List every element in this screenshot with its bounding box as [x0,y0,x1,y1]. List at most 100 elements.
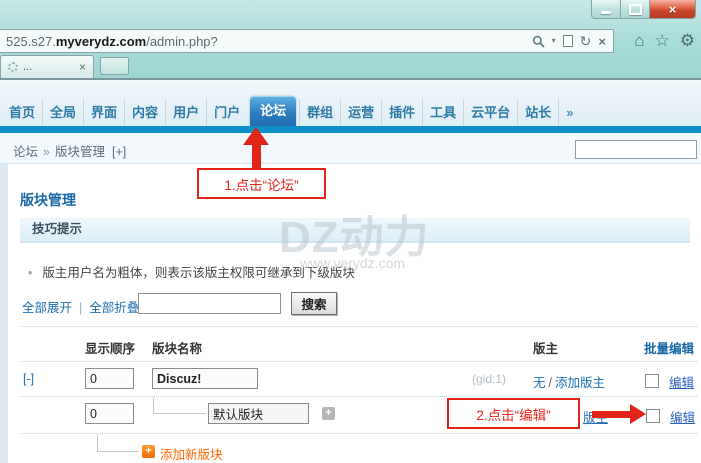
browser-action-icons: ⌂ ☆ ⚙ [634,31,695,51]
window-close-button[interactable]: × [650,0,696,19]
row-checkbox-forum[interactable] [646,409,660,423]
nav-tab-users[interactable]: 用户 [165,99,206,126]
links-separator: | [79,301,82,315]
search-dropdown-caret-icon[interactable]: ▾ [552,37,556,45]
divider [20,433,697,434]
url-path: /admin.php? [146,34,218,49]
nav-tab-interface[interactable]: 界面 [83,99,124,126]
nav-tab-groups[interactable]: 群组 [299,99,340,126]
divider [20,326,697,327]
edit-link-forum[interactable]: 编辑 [670,407,695,426]
annotation-step2: 2.点击“编辑” [447,398,580,429]
breadcrumb-page: 版块管理 [55,145,105,159]
arrow-up-shaft [252,144,261,169]
window-controls: × [591,0,696,19]
refresh-icon[interactable]: ↻ [580,34,592,48]
add-new-forum-link[interactable]: 添加新版块 [160,444,223,463]
nav-tab-content[interactable]: 内容 [124,99,165,126]
accent-strip [0,126,701,133]
collapse-group-link[interactable]: [-] [23,372,34,386]
divider [20,361,697,362]
breadcrumb-separator: » [43,145,50,159]
divider [20,396,697,397]
settings-gear-icon[interactable]: ⚙ [680,31,695,51]
nav-tab-portal[interactable]: 门户 [206,99,247,126]
tips-header: 技巧提示 [20,218,690,243]
maximize-button[interactable] [621,0,650,19]
expand-all-link[interactable]: 全部展开 [22,301,72,315]
arrow-up-icon [243,127,269,145]
page-title: 版块管理 [20,190,76,210]
browser-tab[interactable]: ... × [0,55,94,78]
address-bar-icons: ▾ ↻ × [532,34,613,48]
nav-tab-home[interactable]: 首页 [2,99,42,126]
admin-nav-bar: 首页 全局 界面 内容 用户 门户 论坛 群组 运营 插件 工具 云平台 站长 … [0,80,701,126]
admin-nav-tabs: 首页 全局 界面 内容 用户 门户 论坛 群组 运营 插件 工具 云平台 站长 … [2,96,580,126]
tree-line [97,434,98,452]
moderator-none-link[interactable]: 无 [533,376,546,390]
forum-search-input[interactable] [138,293,281,314]
breadcrumb-expand-toggle[interactable]: [+] [112,145,126,159]
compatibility-view-icon[interactable] [563,35,573,47]
stop-icon[interactable]: × [598,35,606,48]
nav-tab-forum-active[interactable]: 论坛 [250,96,296,126]
row-checkbox-group[interactable] [645,374,659,388]
search-button[interactable]: 搜索 [291,292,337,315]
address-bar[interactable]: 525.s27.myverydz.com/admin.php? ▾ ↻ × [0,29,614,53]
breadcrumb: 论坛 » 版块管理 [+] [13,141,126,160]
url-domain: myverydz.com [56,34,146,49]
tip-text: 版主用户名为粗体，则表示该版主权限可继承到下级版块 [42,266,355,280]
favorites-star-icon[interactable]: ☆ [655,31,670,51]
nav-tab-plugins[interactable]: 插件 [381,99,422,126]
nav-tab-tools[interactable]: 工具 [422,99,463,126]
expand-collapse-links: 全部展开 | 全部折叠 [22,297,139,316]
tip-item: • 版主用户名为粗体，则表示该版主权限可继承到下级版块 [28,262,355,281]
minimize-icon [601,11,611,14]
bullet-icon: • [28,266,32,280]
tips-title: 技巧提示 [32,222,82,236]
minimize-button[interactable] [591,0,621,19]
order-input-group[interactable] [85,368,134,389]
new-tab-button[interactable] [100,57,129,75]
name-input-group[interactable] [152,368,258,389]
nav-tab-global[interactable]: 全局 [42,99,83,126]
order-input-forum[interactable] [85,403,134,424]
tab-title: ... [23,61,32,73]
url-subdomain: 525.s27. [6,34,56,49]
name-input-forum[interactable] [208,403,309,424]
tree-line [153,397,154,414]
maximize-icon [629,4,642,15]
batch-edit-link[interactable]: 批量编辑 [644,338,694,357]
quick-search-input[interactable] [575,140,697,159]
annotation-step1: 1.点击“论坛” [197,168,326,199]
moderator-cell: 无/添加版主 [533,372,605,391]
url-text: 525.s27.myverydz.com/admin.php? [0,34,532,49]
nav-tabs-more-icon[interactable]: » [558,99,580,126]
browser-window: × 525.s27.myverydz.com/admin.php? ▾ ↻ × … [0,0,701,463]
search-icon[interactable] [532,35,545,48]
window-close-icon: × [669,2,677,17]
collapse-all-link[interactable]: 全部折叠 [89,301,139,315]
left-gutter [0,164,8,463]
browser-chrome: × 525.s27.myverydz.com/admin.php? ▾ ↻ × … [0,0,701,78]
gid-label: (gid:1) [472,372,506,386]
add-subforum-icon[interactable]: + [322,407,335,420]
tree-line [153,413,206,414]
nav-tab-operation[interactable]: 运营 [340,99,381,126]
nav-tab-cloud[interactable]: 云平台 [463,99,517,126]
column-header-moderator: 版主 [533,338,558,357]
add-moderator-link[interactable]: 添加版主 [555,376,605,390]
column-header-name: 版块名称 [152,338,202,357]
tab-loading-icon [8,62,18,72]
moderator-separator: / [549,376,552,390]
nav-tab-webmaster[interactable]: 站长 [517,99,558,126]
arrow-right-shaft [592,411,632,418]
arrow-right-icon [630,404,646,424]
tab-close-icon[interactable]: × [79,60,86,74]
add-new-forum-icon[interactable]: + [142,445,155,458]
column-header-order: 显示顺序 [85,338,135,357]
home-icon[interactable]: ⌂ [634,31,644,51]
breadcrumb-forum[interactable]: 论坛 [13,145,38,159]
tree-line [97,451,138,452]
edit-link-group[interactable]: 编辑 [669,372,694,391]
